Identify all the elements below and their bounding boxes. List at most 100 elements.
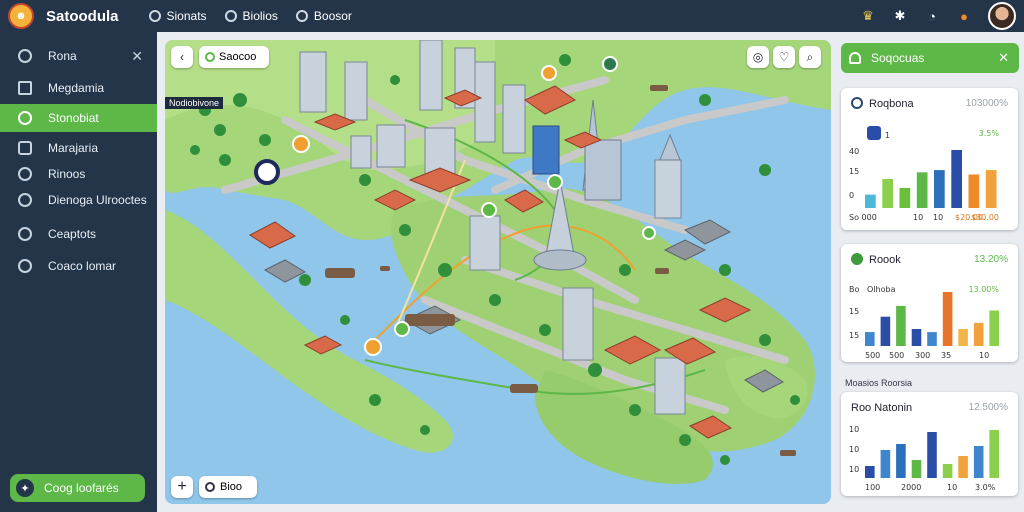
chart-bar [973, 322, 984, 346]
notification-icon[interactable]: ● [956, 8, 972, 24]
chart-bar [865, 332, 875, 346]
circle-icon [148, 10, 161, 22]
card-title: Roook [869, 254, 901, 266]
stats-card-2[interactable]: Roook 13.20% Bo Olhoba 13.00% 15 15 500 … [841, 244, 1018, 362]
map-search-button[interactable]: ⌕ [799, 46, 821, 68]
chart-bar [942, 464, 953, 478]
top-nav-item-3[interactable]: Boosor [295, 9, 352, 23]
chart-bar [951, 150, 962, 208]
sidebar-cta-button[interactable]: ✦ Coog loofarés [10, 474, 145, 502]
layers-icon [18, 227, 32, 241]
sidebar-item-6[interactable]: Dienoga Ulrooctes [0, 186, 157, 214]
chart-bar [911, 329, 922, 346]
chart-bar [942, 292, 953, 346]
chart-pct: 13.00% [968, 285, 999, 294]
bars [865, 430, 999, 478]
chart-bar [882, 179, 893, 208]
trophy-icon[interactable]: ♛ [860, 8, 876, 24]
map-favorite-button[interactable]: ♡ [773, 46, 795, 68]
chart-bar [916, 172, 928, 208]
chart-bar [865, 466, 875, 478]
circle-icon [295, 10, 308, 22]
top-right-actions: ♛ ✱ ◔ ● [860, 0, 1016, 32]
x-tick: 100 [865, 483, 880, 492]
sidebar-item-2[interactable]: Megdamia [0, 74, 157, 102]
bar-chart-3: 10 10 10 100 2000 10 3.0% [849, 425, 999, 492]
chart-bar [880, 450, 891, 478]
top-bar: ☻ Satoodula Sionats Biolios Boosor ♛ ✱ ◔… [0, 0, 1024, 32]
stats-card-1[interactable]: Roqbona 103000% 1 3.5% 40 15 0 So 000 10… [841, 88, 1018, 230]
user-avatar[interactable] [988, 2, 1016, 30]
card-value: 12.500% [968, 402, 1008, 413]
chart-bar [958, 456, 968, 478]
chart-bar [985, 170, 997, 208]
grid-icon [18, 81, 32, 95]
section-label: Moasios Roorsia [845, 378, 913, 388]
x-tick: 10 [947, 483, 957, 492]
bars [865, 292, 999, 346]
chart-bar [934, 170, 945, 208]
chart-bar [927, 332, 937, 346]
x-tick: 500 [889, 351, 904, 360]
map-info-button[interactable]: ◎ [747, 46, 769, 68]
globe-icon [18, 259, 32, 273]
y-tick: 10 [849, 425, 859, 434]
x-tick: 35 [941, 351, 951, 360]
map-view[interactable]: ‹ Saocoo Nodiobivone ◎ ♡ ⌕ + Bioo [165, 40, 831, 504]
x-tick: So 000 [849, 213, 877, 222]
chart-bar [958, 329, 968, 346]
search-icon [18, 49, 32, 63]
sidebar-item-5[interactable]: Rinoos [0, 160, 157, 188]
card-value: 13.20% [974, 254, 1008, 265]
help-icon[interactable]: ◔ [924, 8, 940, 24]
y-tick: 15 [849, 331, 859, 340]
card-title: Roo Natonin [851, 402, 913, 414]
sidebar-item-7[interactable]: Ceaptots [0, 220, 157, 248]
location-icon [205, 52, 215, 62]
bars [865, 150, 997, 208]
x-tick: 3.0% [975, 483, 996, 492]
chart-bar [973, 446, 984, 478]
x-tick: $30.00 [971, 213, 999, 222]
map-region-label: Nodiobivone [165, 97, 224, 109]
x-tick: 500 [865, 351, 880, 360]
compass-icon: ✦ [16, 479, 34, 497]
zoom-level-chip[interactable]: Bioo [199, 476, 257, 498]
y-tick: 40 [849, 147, 859, 156]
sidebar-item-4[interactable]: Marajaria [0, 134, 157, 162]
circle-icon [224, 10, 237, 22]
leaf-icon [851, 253, 863, 265]
isometric-city-map [165, 40, 831, 484]
sidebar-item-active[interactable]: Stonobiat [0, 104, 157, 132]
target-icon [205, 482, 215, 492]
chart-bar [899, 187, 911, 208]
chat-icon [18, 141, 32, 155]
app-logo-icon[interactable]: ☻ [8, 3, 34, 29]
stats-card-3[interactable]: Roo Natonin 12.500% 10 10 10 100 2000 10… [841, 392, 1018, 496]
x-tick: 300 [915, 351, 930, 360]
chart-bar [880, 316, 891, 346]
chart-bar [927, 432, 937, 478]
top-nav: Sionats Biolios Boosor [148, 9, 352, 23]
sidebar-item-search[interactable]: Rona ✕ [0, 42, 157, 70]
top-nav-item-2[interactable]: Biolios [224, 9, 278, 23]
settings-icon [18, 193, 32, 207]
chart-bar [896, 305, 906, 346]
chart-bar [865, 194, 876, 208]
close-icon[interactable]: ✕ [998, 50, 1009, 66]
zoom-in-button[interactable]: + [171, 476, 193, 498]
close-icon[interactable]: ✕ [131, 48, 143, 65]
chart-bar [989, 430, 999, 478]
map-back-button[interactable]: ‹ [171, 46, 193, 68]
settings-icon[interactable]: ✱ [892, 8, 908, 24]
x-tick: 10 [933, 213, 943, 222]
chart-title: Olhoba [867, 285, 896, 294]
top-nav-item-1[interactable]: Sionats [148, 9, 207, 23]
chart-bar [896, 444, 906, 478]
x-tick: 10 [979, 351, 989, 360]
legend-swatch [867, 126, 881, 140]
sidebar-item-8[interactable]: Coaco lomar [0, 252, 157, 280]
map-search-chip[interactable]: Saocoo [199, 46, 269, 68]
chart-bar [911, 460, 922, 478]
stats-icon [851, 97, 863, 109]
